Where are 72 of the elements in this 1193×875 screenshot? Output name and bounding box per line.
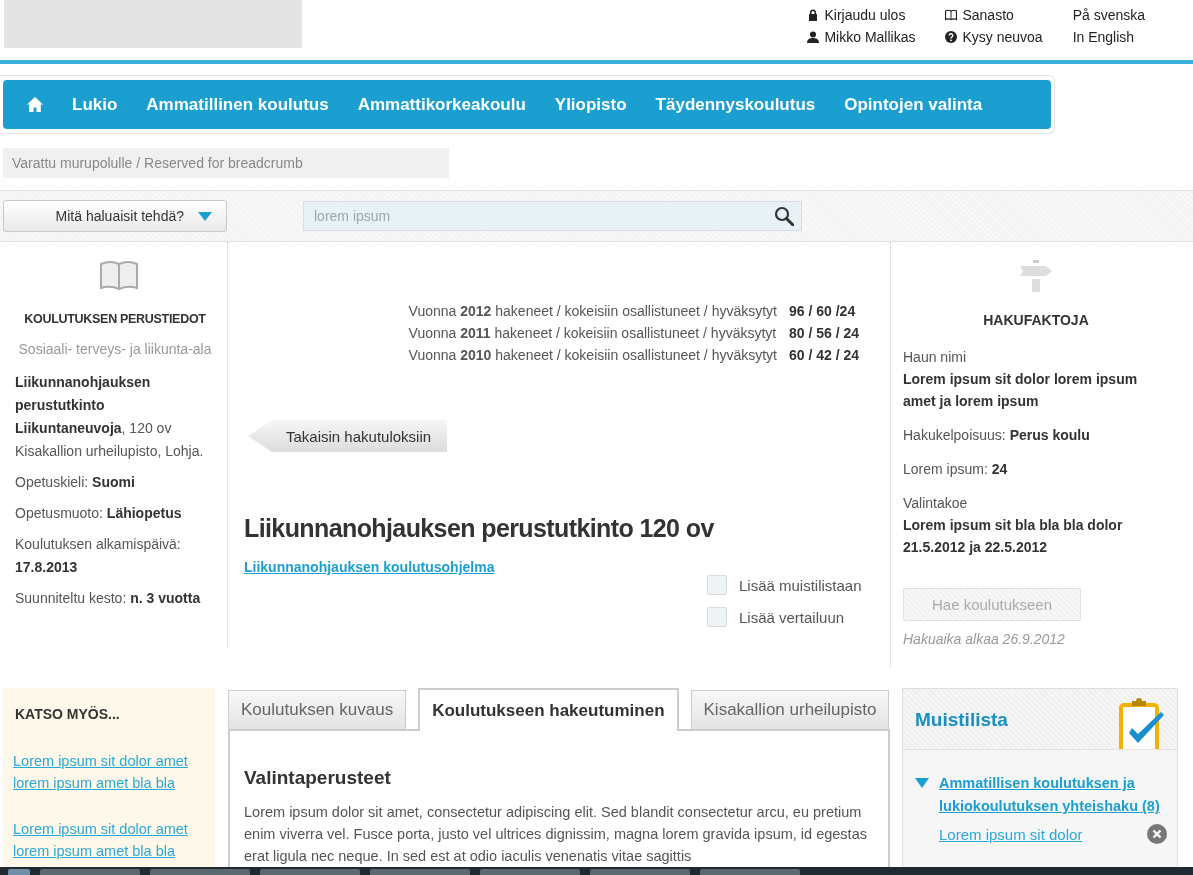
nav-item[interactable]: Ammattikorkeakoulu (357, 94, 526, 115)
fact-text: Opetusmuoto: Lähiopetus (15, 504, 183, 523)
remove-icon[interactable] (1147, 824, 1167, 844)
nav-item[interactable]: Täydennyskoulutus (655, 94, 816, 115)
taskbar-button[interactable] (40, 869, 140, 875)
checkbox-label: Lisää muistilistaan (739, 576, 862, 594)
fact-text: Valintakoe Lorem ipsum sit bla bla bla dolor 21.5.2012 ja 22.5.2012 (903, 494, 1124, 557)
tab[interactable]: Kisakallion urheilupisto (690, 690, 890, 729)
fact-text: Opetuskieli: Suomi (15, 473, 136, 492)
fact-text: Hakukelpoisuus: Perus koulu (903, 426, 1091, 445)
stats-label: Vuonna 2010 hakeneet / kokeisiin osallistuneet / hyväksytyt (408, 346, 777, 365)
checkbox[interactable] (707, 607, 727, 627)
page-title: Liikunnanohjauksen perustutkinto 120 ov (244, 514, 715, 543)
section-heading: KOULUTUKSEN PERUSTIEDOT (23, 312, 207, 326)
memo-item-link[interactable]: Lorem ipsum sit dolor (939, 825, 1083, 843)
nav-item[interactable]: Opintojen valinta (844, 94, 983, 115)
taskbar-button[interactable] (260, 869, 360, 875)
memo-group-link[interactable]: Ammatillisen koulutuksen ja lukiokoulutuksen yhteishaku (8) (939, 772, 1167, 818)
program-link[interactable]: Liikunnanohjauksen koulutusohjelma (244, 559, 495, 575)
user-icon (807, 31, 820, 43)
tab[interactable]: Koulutuksen kuvaus (228, 690, 407, 729)
header-link[interactable]: Kysy neuvoa (945, 28, 1043, 46)
disclosure-triangle-icon[interactable] (915, 778, 929, 788)
action-dropdown[interactable]: Mitä haluaisit tehdä? (3, 200, 227, 232)
signpost-icon (1019, 260, 1053, 292)
home-icon[interactable] (27, 97, 43, 112)
taskbar-button[interactable] (590, 869, 690, 875)
breadcrumb-bar: Varattu murupolulle / Reserved for breadcrumb (3, 148, 449, 178)
fact-text: Haun nimi Lorem ipsum sit dolor lorem ipsum amet ja lorem ipsum (903, 348, 1139, 411)
header-link[interactable]: Mikko Mallikas (807, 28, 916, 46)
header-link[interactable]: Kirjaudu ulos (807, 6, 916, 24)
body-text: Lorem ipsum dolor sit amet, consectetur adipiscing elit. Sed blandit consectetur arcu, eu pretium enim viverra vel. Fusce porta, justo vel ultrices dignissim, magna lorem gravida ipsum, id egestas erat ligula nec neque. In sed est at odio iaculis venenatis vitae sagittis (244, 803, 868, 866)
language-link[interactable]: In English (1072, 28, 1145, 46)
fact-text: Lorem ipsum: 24 (903, 460, 1009, 479)
related-link[interactable]: Lorem ipsum sit dolor amet lorem ipsum amet bla bla (13, 750, 205, 794)
back-button[interactable]: Takaisin hakutuloksiin (248, 420, 448, 452)
stats-value: 80 / 56 / 24 (789, 324, 861, 343)
related-link[interactable]: Lorem ipsum sit dolor amet lorem ipsum amet bla bla (13, 818, 205, 862)
caret-icon (198, 211, 212, 221)
panel-heading: KATSO MYÖS... (15, 706, 121, 722)
field-of-study: Sosiaali- terveys- ja liikunta-ala (17, 340, 213, 359)
search-icon (774, 206, 794, 226)
header-link[interactable]: Sanasto (945, 6, 1043, 24)
stats-value: 96 / 60 /24 (789, 302, 857, 321)
book-icon (945, 9, 958, 21)
fact-text: Suunniteltu kesto: n. 3 vuotta (15, 589, 202, 608)
nav-item[interactable]: Yliopisto (554, 94, 627, 115)
taskbar-button[interactable] (370, 869, 470, 875)
help-icon (945, 31, 958, 43)
clipboard-check-icon (1117, 697, 1167, 749)
nav-item[interactable]: Ammatillinen koulutus (146, 94, 329, 115)
lock-icon (807, 9, 820, 21)
start-button[interactable] (8, 869, 30, 875)
content-heading: Valintaperusteet (244, 767, 392, 789)
tab[interactable]: Koulutukseen hakeutuminen (418, 688, 679, 731)
taskbar-button[interactable] (480, 869, 580, 875)
stats-label: Vuonna 2011 hakeneet / kokeisiin osallistuneet / hyväksytyt (408, 324, 777, 343)
checkbox-label: Lisää vertailuun (739, 608, 845, 626)
search-field[interactable]: lorem ipsum (303, 201, 802, 231)
checkbox[interactable] (707, 575, 727, 595)
open-book-icon (99, 260, 139, 292)
panel-title: Muistilista (915, 709, 1008, 731)
nav-item[interactable]: Lukio (72, 94, 118, 115)
stats-value: 60 / 42 / 24 (789, 346, 861, 365)
taskbar-button[interactable] (150, 869, 250, 875)
taskbar-button[interactable] (700, 869, 800, 875)
description-text: Liikunnanohjauksen perustutkinto Liikuntaneuvoja, 120 ov Kisakallion urheilupisto, Lohja. (15, 373, 205, 461)
stats-label: Vuonna 2012 hakeneet / kokeisiin osallistuneet / hyväksytyt (408, 302, 777, 321)
language-link[interactable]: På svenska (1072, 6, 1145, 24)
application-period-note: Hakuaika alkaa 26.9.2012 (903, 631, 1066, 647)
fact-text: Koulutuksen alkamispäivä: 17.8.2013 (15, 535, 182, 577)
section-heading: HAKUFAKTOJA (982, 312, 1090, 328)
